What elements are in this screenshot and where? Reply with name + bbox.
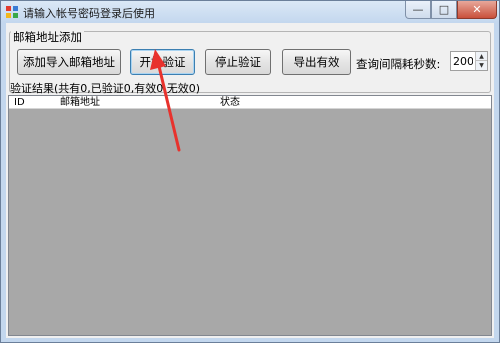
spin-down-icon[interactable]: ▼ [475,61,487,70]
minimize-button[interactable]: — [405,1,431,19]
client-area: 邮箱地址添加 添加导入邮箱地址 开始验证 停止验证 导出有效 查询间隔耗秒数: … [6,23,494,338]
close-icon: ✕ [472,3,482,16]
interval-input[interactable] [453,54,473,68]
spin-up-icon[interactable]: ▲ [475,52,487,61]
interval-spinner[interactable]: ▲ ▼ [450,51,488,71]
column-header-id[interactable]: ID [11,96,57,109]
app-window: 请输入帐号密码登录后使用 — □ ✕ 邮箱地址添加 添加导入邮箱地址 开始验证 … [0,0,500,343]
stop-verify-button[interactable]: 停止验证 [205,49,271,75]
start-verify-button[interactable]: 开始验证 [130,49,195,75]
list-header: ID 邮箱地址 状态 [9,96,491,109]
interval-label: 查询间隔耗秒数: [356,57,441,71]
window-title: 请输入帐号密码登录后使用 [23,7,155,20]
results-list[interactable]: ID 邮箱地址 状态 [8,95,492,336]
minimize-icon: — [412,3,424,16]
column-header-status[interactable]: 状态 [217,96,317,109]
title-bar[interactable]: 请输入帐号密码登录后使用 — □ ✕ [1,1,499,23]
column-header-email[interactable]: 邮箱地址 [57,96,217,109]
group-legend: 邮箱地址添加 [11,29,84,45]
import-emails-button[interactable]: 添加导入邮箱地址 [17,49,121,75]
result-summary: 验证结果(共有0,已验证0,有效0,无效0) [10,82,201,95]
export-valid-button[interactable]: 导出有效 [282,49,351,75]
maximize-icon: □ [438,3,450,16]
app-icon [6,6,18,18]
close-button[interactable]: ✕ [457,1,497,19]
maximize-button[interactable]: □ [431,1,457,19]
